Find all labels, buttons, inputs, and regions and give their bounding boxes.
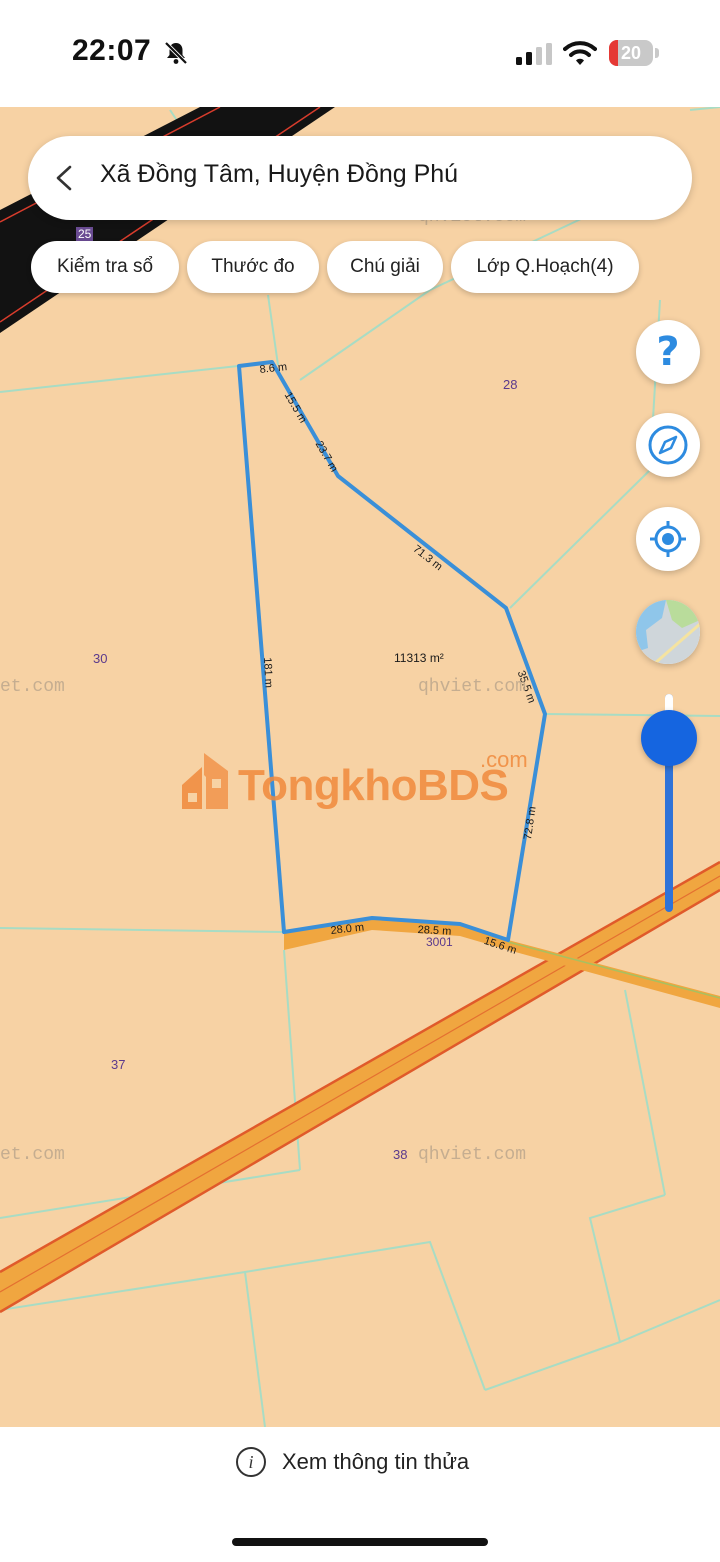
home-indicator[interactable] [232,1538,488,1546]
map-layer-icon [636,600,700,664]
map-watermark: et.com [0,1145,65,1165]
parcel-id-label: 28 [503,377,518,392]
status-bar: 22:07 20 [0,0,720,107]
back-arrow-icon[interactable] [52,164,76,192]
parcel-id-label: 30 [93,651,108,666]
ruler-chip[interactable]: Thước đo [187,241,319,293]
locate-icon [650,521,686,557]
brand-watermark-suffix: .com [480,747,528,772]
status-time: 22:07 [72,34,152,67]
my-location-button[interactable] [636,507,700,571]
edge-length-label: 28.5 m [417,924,452,938]
parcel-info-label: Xem thông tin thửa [282,1449,470,1474]
legend-chip[interactable]: Chú giải [327,241,443,293]
map-layer-button[interactable] [636,600,700,664]
compass-icon [648,425,688,465]
map-watermark: qhviet.com [418,1145,527,1165]
battery-percent: 20 [620,43,642,63]
map-watermark: et.com [0,677,65,697]
parcel-id-label: 38 [393,1147,408,1162]
brand-watermark: TongkhoBDS .com [180,747,560,827]
parcel-id-label: 37 [111,1057,126,1072]
edge-length-label: 181 m [261,657,275,689]
bell-muted-icon [164,41,188,65]
check-book-chip[interactable]: Kiểm tra sổ [31,241,179,293]
parcel-outline [237,360,547,942]
parcel-id-label: 25 [76,227,94,241]
info-icon: i [236,1447,266,1477]
battery-indicator: 20 [609,40,659,66]
parcel-area-label: 11313 m² [394,651,444,665]
zoom-slider-handle[interactable] [641,710,697,766]
help-button[interactable]: ? [636,320,700,384]
planning-layer-chip[interactable]: Lớp Q.Hoạch(4) [451,241,639,293]
house-logo-icon [182,753,228,809]
wifi-icon [563,41,597,65]
parcel-info-button[interactable]: i Xem thông tin thửa [236,1447,496,1481]
compass-button[interactable] [636,413,700,477]
location-title: Xã Đồng Tâm, Huyện Đồng Phú [100,160,459,188]
help-icon: ? [656,329,680,375]
brand-watermark-text: TongkhoBDS [238,761,509,810]
cellular-signal-icon [516,43,552,65]
map-watermark: qhviet.com [418,677,527,697]
map-canvas[interactable]: 25 28 30 37 38 3001 11313 m² 8.6 m 15.5 … [0,107,720,1427]
